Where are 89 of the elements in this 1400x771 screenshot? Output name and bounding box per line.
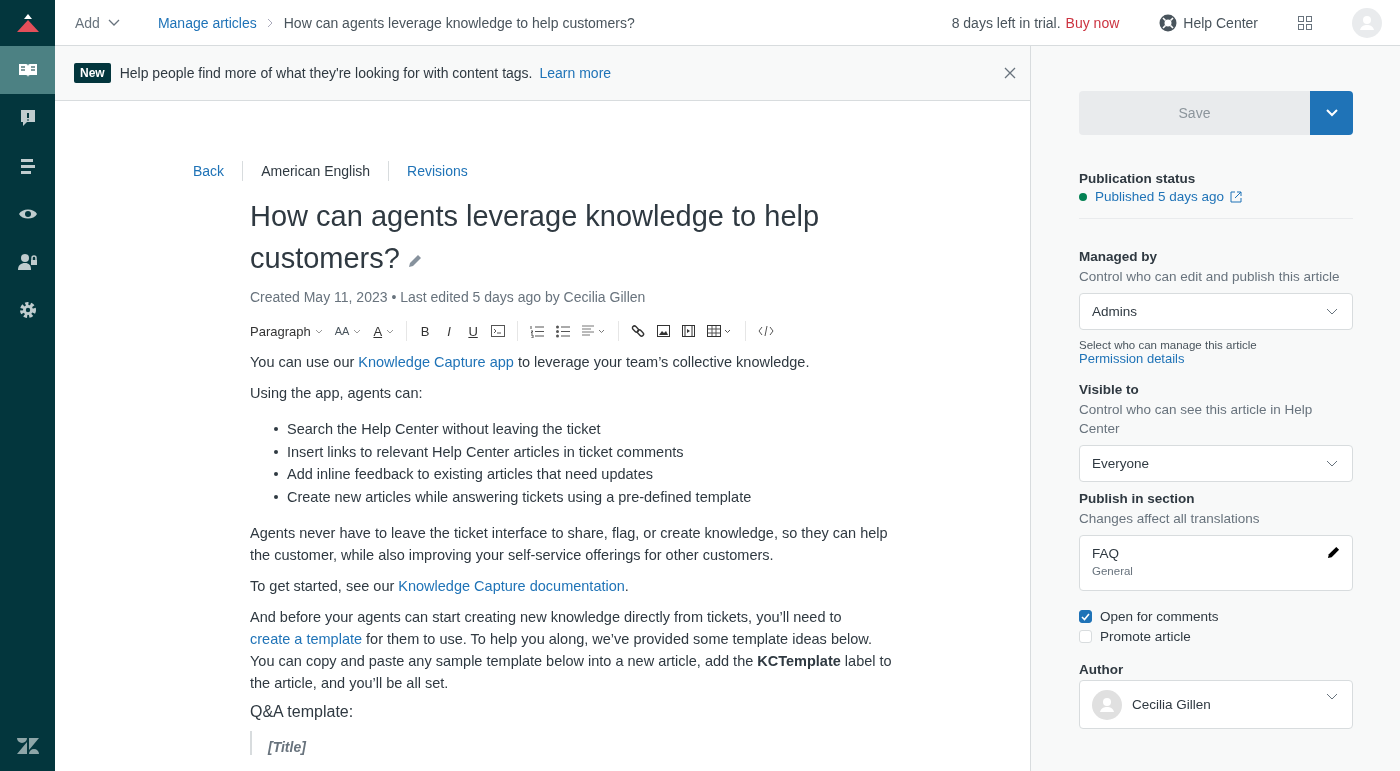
bullet-icon — [274, 494, 278, 499]
external-link-icon[interactable] — [1230, 190, 1243, 203]
lifebuoy-icon — [1159, 13, 1178, 32]
buy-now-link[interactable]: Buy now — [1065, 14, 1120, 31]
list-item: Create new articles while answering tickets using a pre-defined template — [287, 487, 752, 507]
format-dropdown[interactable]: Paragraph — [250, 323, 323, 339]
help-center-button[interactable]: Help Center — [1159, 13, 1258, 32]
field-label: Managed by — [1079, 249, 1157, 264]
article-meta: Created May 11, 2023 • Last edited 5 days ago by Cecilia Gillen — [250, 289, 647, 305]
article-tab-link[interactable]: Back — [193, 161, 243, 181]
section-heading: Q&A template: — [250, 703, 355, 721]
checkbox-label: Promote article — [1100, 629, 1191, 644]
image-icon[interactable] — [657, 325, 671, 337]
banner-text: Help people find more of what they're looking for with content tags. — [119, 65, 533, 81]
published-status-link[interactable]: Published 5 days ago — [1095, 189, 1225, 204]
breadcrumb-current: How can agents leverage knowledge to help customers? — [283, 14, 635, 31]
chevron-down-icon — [107, 18, 120, 27]
chevron-down-icon — [314, 328, 323, 334]
paragraph: To get started, see our Knowledge Capture documentation. — [250, 577, 630, 596]
inline-link[interactable]: Knowledge Capture documentation — [398, 578, 625, 594]
video-icon[interactable] — [682, 325, 696, 337]
text-style-button[interactable]: B — [419, 323, 432, 339]
field-hint: Changes affect all translations — [1079, 510, 1261, 528]
bullet-icon — [274, 472, 278, 477]
checkbox[interactable] — [1079, 610, 1092, 623]
font-color-dropdown[interactable]: A — [373, 323, 395, 339]
field-label: Author — [1079, 662, 1124, 677]
user-lock-icon — [17, 253, 38, 271]
chevron-down-icon — [1325, 109, 1338, 117]
chevron-right-icon — [266, 17, 274, 28]
paragraph: Agents never have to leave the ticket interface to share, flag, or create knowledge, so they can help the customer, while also improving your self-service offerings for other customers. — [250, 524, 889, 565]
trial-notice: 8 days left in trial. — [951, 14, 1061, 31]
status-dot — [1079, 192, 1087, 201]
z-logo-icon — [15, 737, 40, 755]
bullet-list-icon[interactable] — [556, 324, 571, 338]
section-category: General — [1092, 565, 1133, 577]
code-block-icon[interactable] — [491, 325, 506, 337]
managed-by-select[interactable]: Admins — [1079, 293, 1353, 330]
eye-icon — [17, 207, 38, 221]
book-icon — [17, 62, 38, 78]
bullet-icon — [274, 427, 278, 432]
inline-link[interactable]: Knowledge Capture app — [358, 354, 514, 370]
field-label: Publish in section — [1079, 491, 1195, 506]
language-label: American English — [242, 161, 389, 181]
text-style-button[interactable]: I — [443, 323, 456, 339]
breadcrumb-link[interactable]: Manage articles — [157, 14, 257, 31]
chevron-down-icon — [353, 328, 362, 334]
chevron-down-icon — [1326, 460, 1338, 467]
section-name: FAQ — [1092, 546, 1120, 561]
numbered-list-icon[interactable] — [530, 324, 545, 338]
field-label: Visible to — [1079, 382, 1139, 397]
list-item: Add inline feedback to existing articles that need updates — [287, 465, 653, 484]
list-item: Insert links to relevant Help Center articles in ticket comments — [287, 442, 684, 462]
new-badge: New — [74, 63, 111, 83]
visible-to-select[interactable]: Everyone — [1079, 445, 1353, 482]
add-menu[interactable]: Add — [75, 14, 120, 31]
section-card[interactable]: FAQ General — [1079, 535, 1353, 591]
paragraph: And before your agents can start creating new knowledge directly from tickets, you’ll need to create a template for them to use. To help you along, we’ve provided some template ideas below. You can copy and paste any sample template below into a new article, add the KCTemplate label to the article, and you’ll be all set. — [250, 608, 893, 693]
settings-icon — [18, 301, 37, 319]
close-icon[interactable] — [1004, 67, 1016, 79]
font-size-dropdown[interactable]: AA — [334, 325, 362, 337]
alert-icon — [18, 109, 37, 127]
field-label: Publication status — [1079, 171, 1196, 186]
list-item: Search the Help Center without leaving the ticket — [287, 420, 601, 439]
chevron-down-icon — [1326, 693, 1338, 700]
text-style-button[interactable]: U — [467, 323, 480, 339]
source-code-icon[interactable] — [758, 326, 775, 336]
edit-icon[interactable] — [1327, 546, 1340, 559]
field-hint: Control who can edit and publish this article — [1079, 268, 1341, 286]
author-select[interactable]: Cecilia Gillen — [1079, 680, 1353, 729]
paragraph: You can use our Knowledge Capture app to leverage your team’s collective knowledge. — [250, 353, 811, 372]
permission-details-link[interactable]: Permission details — [1079, 351, 1185, 366]
nav-item[interactable] — [0, 46, 55, 94]
field-help: Select who can manage this article — [1079, 339, 1257, 351]
link-icon[interactable] — [631, 324, 646, 338]
list-icon — [18, 157, 37, 175]
chevron-down-icon — [386, 328, 395, 334]
template-quote: [Title] — [250, 731, 900, 755]
chevron-down-icon — [1326, 308, 1338, 315]
article-title[interactable]: How can agents leverage knowledge to help customers? — [250, 195, 900, 279]
paragraph: Using the app, agents can: — [250, 384, 424, 403]
avatar-icon — [1092, 689, 1122, 720]
apps-grid-icon[interactable] — [1298, 15, 1312, 30]
inline-link[interactable]: create a template — [250, 631, 363, 647]
bullet-icon — [274, 449, 278, 454]
learn-more-link[interactable]: Learn more — [539, 65, 612, 81]
checkbox-label: Open for comments — [1100, 609, 1219, 624]
article-tab-link[interactable]: Revisions — [388, 161, 486, 181]
field-hint: Control who can see this article in Help Center — [1079, 401, 1314, 438]
